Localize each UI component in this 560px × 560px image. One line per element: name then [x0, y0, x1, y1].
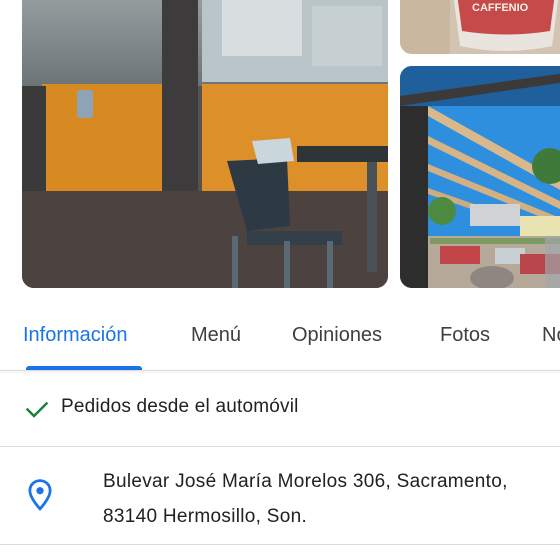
address-line-2: 83140 Hermosillo, Son.: [103, 506, 308, 527]
location-pin-icon: [28, 479, 52, 511]
tab-opiniones[interactable]: Opiniones: [292, 312, 382, 358]
section-divider: [0, 544, 560, 545]
address-text: Bulevar José María Morelos 306, Sacramen…: [103, 464, 508, 534]
section-divider: [0, 446, 560, 447]
feature-text: Pedidos desde el automóvil: [61, 396, 299, 417]
check-icon: [25, 401, 49, 418]
photo-coffee-cup[interactable]: CAFFENIO: [400, 0, 560, 54]
tab-bar: Información Menú Opiniones Fotos No: [0, 300, 560, 372]
photo-gallery[interactable]: CAFFENIO: [0, 0, 560, 292]
tab-menu[interactable]: Menú: [191, 312, 241, 358]
photo-interior-patio[interactable]: [22, 0, 388, 288]
address-line-1: Bulevar José María Morelos 306, Sacramen…: [103, 471, 508, 492]
photo-outdoor-terrace[interactable]: [400, 66, 560, 288]
tab-informacion[interactable]: Información: [23, 312, 128, 358]
cup-brand-text: CAFFENIO: [472, 2, 529, 14]
tab-fotos[interactable]: Fotos: [440, 312, 490, 358]
feature-row: Pedidos desde el automóvil: [0, 380, 560, 438]
tab-bar-divider: [0, 370, 560, 371]
tab-more-partial[interactable]: No: [542, 312, 560, 358]
address-row[interactable]: Bulevar José María Morelos 306, Sacramen…: [0, 448, 560, 544]
